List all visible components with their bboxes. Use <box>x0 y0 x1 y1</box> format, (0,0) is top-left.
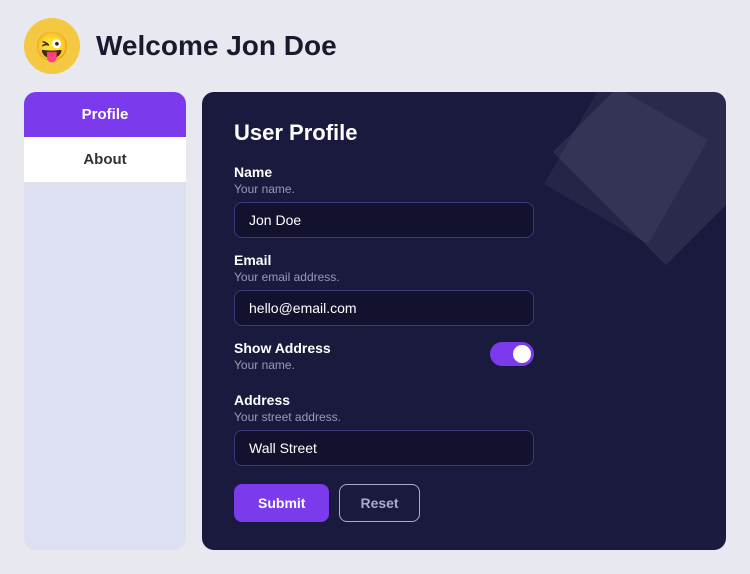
name-input[interactable] <box>234 202 534 238</box>
address-label: Address <box>234 392 694 408</box>
avatar-emoji: 😜 <box>35 30 70 63</box>
profile-card: User Profile Name Your name. Email Your … <box>202 92 726 550</box>
show-address-sublabel: Your name. <box>234 358 331 372</box>
main-layout: Profile About User Profile Name Your nam… <box>0 92 750 574</box>
sidebar-item-profile[interactable]: Profile <box>24 92 186 137</box>
reset-button[interactable]: Reset <box>339 484 419 522</box>
show-address-label: Show Address <box>234 340 331 356</box>
email-input[interactable] <box>234 290 534 326</box>
header: 😜 Welcome Jon Doe <box>0 0 750 92</box>
card-title: User Profile <box>234 120 694 146</box>
page-title: Welcome Jon Doe <box>96 30 337 62</box>
name-sublabel: Your name. <box>234 182 694 196</box>
email-sublabel: Your email address. <box>234 270 694 284</box>
address-input[interactable] <box>234 430 534 466</box>
show-address-toggle[interactable] <box>490 342 534 366</box>
sidebar-item-about[interactable]: About <box>24 137 186 183</box>
address-sublabel: Your street address. <box>234 410 694 424</box>
sidebar: Profile About <box>24 92 186 550</box>
submit-button[interactable]: Submit <box>234 484 329 522</box>
email-label: Email <box>234 252 694 268</box>
name-field-group: Name Your name. <box>234 164 694 238</box>
email-field-group: Email Your email address. <box>234 252 694 326</box>
form-buttons: Submit Reset <box>234 484 694 522</box>
address-field-group: Address Your street address. <box>234 392 694 466</box>
show-address-group: Show Address Your name. <box>234 340 534 378</box>
avatar: 😜 <box>24 18 80 74</box>
name-label: Name <box>234 164 694 180</box>
